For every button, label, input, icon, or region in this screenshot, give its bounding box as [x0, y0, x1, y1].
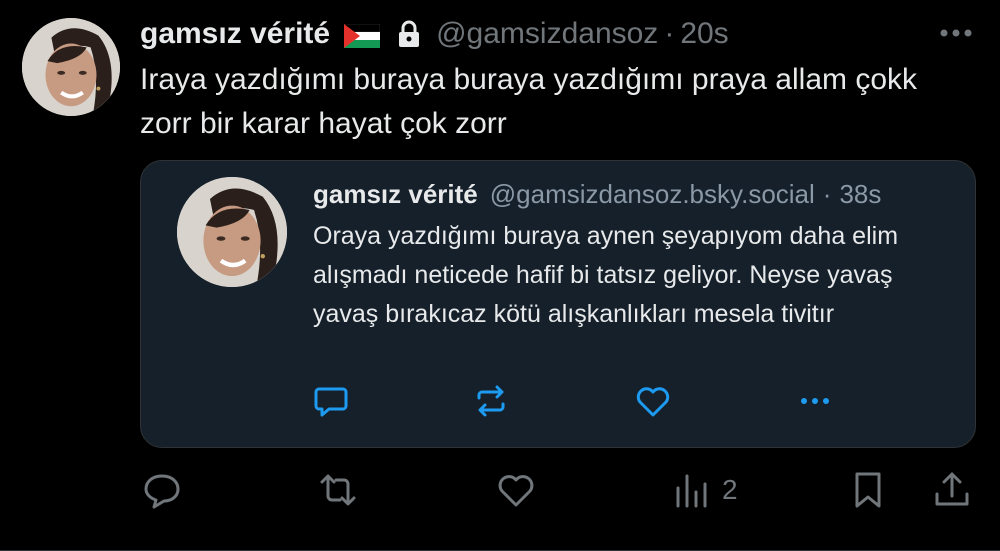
repost-icon[interactable]	[471, 381, 511, 421]
author-handle[interactable]: @gamsizdansoz	[436, 17, 658, 51]
views-count: 2	[722, 474, 738, 505]
quote-author-handle[interactable]: @gamsizdansoz.bsky.social	[490, 179, 815, 210]
tweet-text: Iraya yazdığımı buraya buraya yazdığımı …	[140, 63, 918, 140]
lock-icon	[398, 20, 420, 48]
more-options-icon[interactable]	[936, 18, 976, 48]
retweet-icon[interactable]	[318, 466, 358, 514]
bookmark-icon[interactable]	[848, 466, 888, 514]
quote-text: Oraya yazdığımı buraya aynen şeyapıyom d…	[313, 222, 899, 328]
avatar[interactable]	[22, 18, 120, 116]
tweet[interactable]: gamsız vérité @gamsizdansoz · 20s Iraya …	[0, 0, 1000, 551]
share-icon[interactable]	[932, 466, 972, 514]
quote-separator-dot: ·	[822, 179, 832, 209]
quoted-post[interactable]: gamsız vérité @gamsizdansoz.bsky.social …	[140, 160, 976, 448]
quote-timestamp[interactable]: 38s	[839, 179, 881, 210]
quote-actions	[141, 381, 975, 421]
like-icon[interactable]	[496, 466, 536, 514]
tweet-actions: 2	[0, 466, 1000, 514]
comment-icon[interactable]	[311, 381, 351, 421]
views-button[interactable]: 2	[672, 466, 738, 514]
like-icon[interactable]	[633, 381, 673, 421]
more-icon[interactable]	[795, 381, 835, 421]
reply-icon[interactable]	[142, 466, 182, 514]
tweet-header: gamsız vérité @gamsizdansoz · 20s	[140, 14, 729, 54]
timestamp[interactable]: 20s	[680, 17, 728, 51]
views-icon	[676, 474, 707, 508]
author-name[interactable]: gamsız vérité	[140, 17, 330, 51]
palestine-flag-icon	[343, 22, 381, 48]
separator-dot: ·	[664, 17, 675, 50]
quote-author-name[interactable]: gamsız vérité	[313, 179, 478, 210]
quote-header: gamsız vérité @gamsizdansoz.bsky.social …	[313, 179, 881, 210]
quote-avatar[interactable]	[177, 177, 287, 287]
